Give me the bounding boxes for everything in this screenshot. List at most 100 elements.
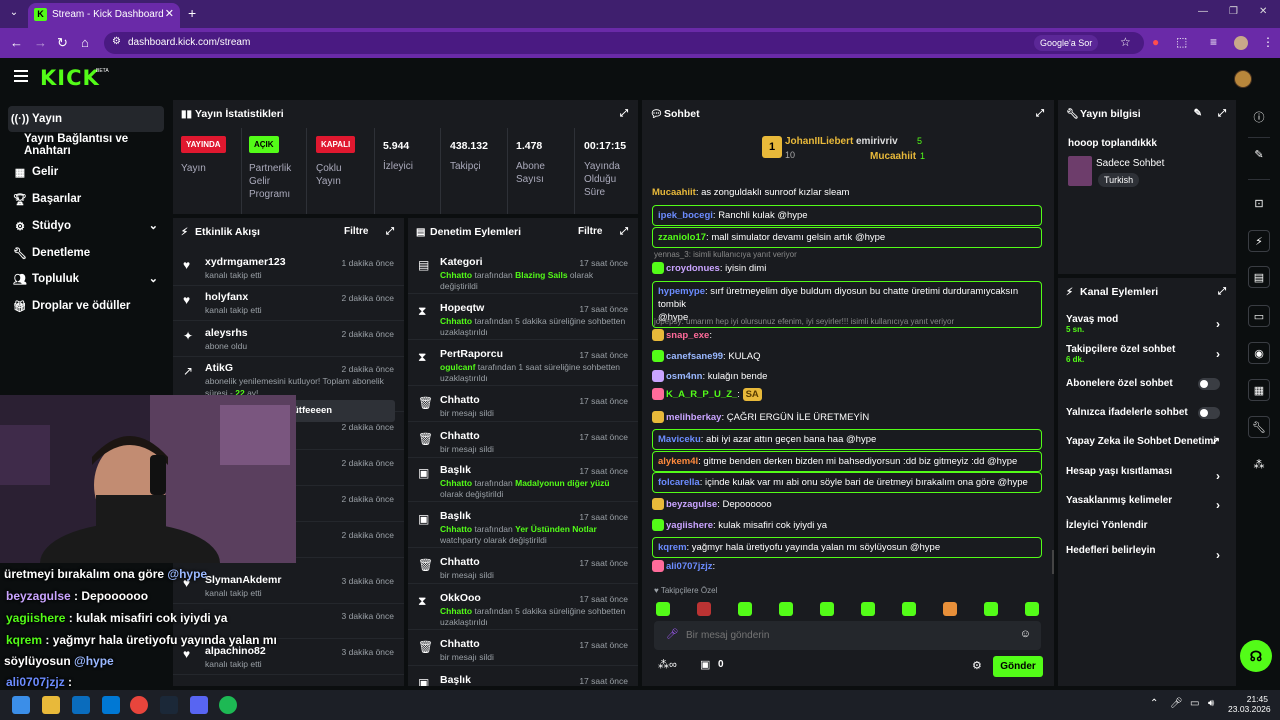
kick-logo[interactable]: KICK [40,66,100,90]
popout-icon[interactable]: ⤢ [1218,286,1226,297]
gift-box-icon[interactable]: ▣ [700,658,710,671]
moderator-name[interactable]: ogulcanf [440,362,475,372]
channel-action-item[interactable]: Yavaş mod 5 sn. › [1066,314,1226,338]
restore-icon[interactable]: ❐ [1229,6,1238,17]
chat-username[interactable]: yagiishere [666,520,713,531]
moderation-target[interactable]: OkkOoo [440,592,481,604]
layout-icon[interactable]: ▦ [1248,379,1270,401]
broadcast-icon[interactable]: ◉ [1248,342,1270,364]
moderation-target[interactable]: Başlık [440,510,471,522]
chat-username[interactable]: beyzagulse [666,499,717,510]
sidebar-item-achievements[interactable]: 🏆︎ Başarılar [8,186,164,212]
chat-input-box[interactable]: 🎤︎ ☺ [654,621,1041,650]
sidebar-item-community[interactable]: 👥︎ Topluluk ⌄ [8,266,164,292]
channel-points-icon[interactable]: ⁂∞ [658,658,677,671]
sidebar-item-stream[interactable]: ((·)) Yayın [8,106,164,132]
moderation-target[interactable]: Chhatto [440,556,480,568]
moderation-target[interactable]: Chhatto [440,638,480,650]
activity-username[interactable]: holyfanx [205,291,248,303]
close-window-icon[interactable]: ✕ [1259,6,1267,17]
chat-username[interactable]: osm4nn [666,371,702,382]
moderator-name[interactable]: Chhatto [440,316,472,326]
chat-username[interactable]: Mucaahiit [652,187,696,198]
toggle-switch[interactable] [1198,378,1220,390]
activity-username[interactable]: xydrmgamer123 [205,256,286,268]
moderation-target[interactable]: Kategori [440,256,483,268]
browser-tab[interactable]: K Stream - Kick Dashboard ✕ [28,3,180,28]
document-icon[interactable]: ▤ [1248,266,1270,288]
lightning-icon[interactable]: ⚡︎ [1248,230,1270,252]
bookmark-star-icon[interactable]: ☆ [1120,35,1131,49]
google-lens-chip[interactable]: Google'a Sor [1034,35,1099,51]
emote-icon[interactable] [1025,602,1039,616]
popout-icon[interactable]: ⤢ [1218,108,1226,119]
moderation-target[interactable]: Chhatto [440,394,480,406]
emote-icon[interactable] [902,602,916,616]
activity-username[interactable]: aleysrhs [205,327,248,339]
chat-username[interactable]: zzaniolo17 [658,232,706,243]
chat-username[interactable]: canefsane99 [666,351,723,362]
extensions-puzzle-icon[interactable]: ⬚ [1176,35,1187,49]
moderator-name[interactable]: Chhatto [440,606,472,616]
clock[interactable]: 21:45 23.03.2026 [1228,694,1271,714]
channel-action-item[interactable]: Yapay Zeka ile Sohbet Denetimi ↗ [1066,436,1226,460]
chat-username[interactable]: melihberkay [666,412,721,423]
edit-pencil-icon[interactable]: ✎ [1248,144,1270,166]
chat-username[interactable]: ali0707jzjz [666,561,712,572]
channel-action-item[interactable]: Yasaklanmış kelimeler › [1066,495,1226,519]
activity-username[interactable]: SlymanAkdemr [205,574,281,586]
discord-icon[interactable] [190,696,208,714]
activity-username[interactable]: AtikG [205,362,233,374]
chat-username[interactable]: snap_exe [666,330,709,341]
moderation-target[interactable]: Chhatto [440,430,480,442]
chat-username[interactable]: Maviceku [658,434,701,445]
edge-icon[interactable] [72,696,90,714]
category-name[interactable]: Sadece Sohbet [1096,158,1164,169]
moderator-name[interactable]: Chhatto [440,270,472,280]
reload-icon[interactable]: ↻ [57,35,68,51]
send-button[interactable]: Gönder [993,656,1043,677]
tab-search-icon[interactable]: ⌄ [6,5,22,21]
crop-icon[interactable]: ⊡ [1248,193,1270,215]
channel-action-item[interactable]: Hesap yaşı kısıtlaması › [1066,466,1226,490]
moderation-target[interactable]: PertRaporcu [440,348,503,360]
sidebar-item-drops[interactable]: 🎁︎ Droplar ve ödüller [8,293,164,319]
sidebar-item-stream-key[interactable]: Yayın Bağlantısı ve Anahtarı [16,132,176,158]
channel-action-item[interactable]: Hedefleri belirleyin › [1066,545,1226,569]
hamburger-menu-icon[interactable] [14,70,28,84]
chat-settings-gear-icon[interactable]: ⚙ [972,659,982,672]
profile-avatar[interactable] [1234,36,1248,50]
popout-icon[interactable]: ⤢ [620,226,628,237]
volume-icon[interactable]: 🔊︎ [1208,698,1214,709]
home-icon[interactable]: ⌂ [81,35,89,50]
chat-username[interactable]: hypemype [658,286,705,297]
community-icon[interactable]: ⁂ [1248,454,1270,476]
moderator-name[interactable]: Chhatto [440,524,472,534]
forward-icon[interactable]: → [34,35,47,50]
site-info-icon[interactable]: ⚙ [112,36,121,47]
moderator-name[interactable]: Chhatto [440,478,472,488]
chat-bubble-icon[interactable]: ▭ [1248,305,1270,327]
emote-icon[interactable] [820,602,834,616]
emote-icon[interactable] [984,602,998,616]
wrench-icon[interactable]: 🔧︎ [1248,416,1270,438]
edit-pencil-icon[interactable]: ✎ [1194,108,1202,119]
popout-icon[interactable]: ⤢ [620,108,628,119]
activity-filter-button[interactable]: Filtre [344,226,368,237]
microphone-icon[interactable]: 🎤︎ [1170,698,1183,709]
outlook-icon[interactable] [102,696,120,714]
emote-icon[interactable] [697,602,711,616]
chat-username[interactable]: ipek_bocegi [658,210,713,221]
url-bar[interactable]: ⚙ dashboard.kick.com/stream Google'a Sor… [104,32,1144,54]
leader-name[interactable]: Mucaahiit [870,151,916,162]
network-icon[interactable]: ▭ [1190,698,1199,709]
file-explorer-icon[interactable] [42,696,60,714]
chat-username[interactable]: croydonues [666,263,720,274]
chat-username[interactable]: K_A_R_P_U_Z_ [666,389,737,400]
steam-icon[interactable] [160,696,178,714]
moderation-target[interactable]: Başlık [440,674,471,686]
moderation-target[interactable]: Başlık [440,464,471,476]
emote-icon[interactable] [943,602,957,616]
chat-message-input[interactable] [686,627,1006,643]
emote-icon[interactable] [656,602,670,616]
